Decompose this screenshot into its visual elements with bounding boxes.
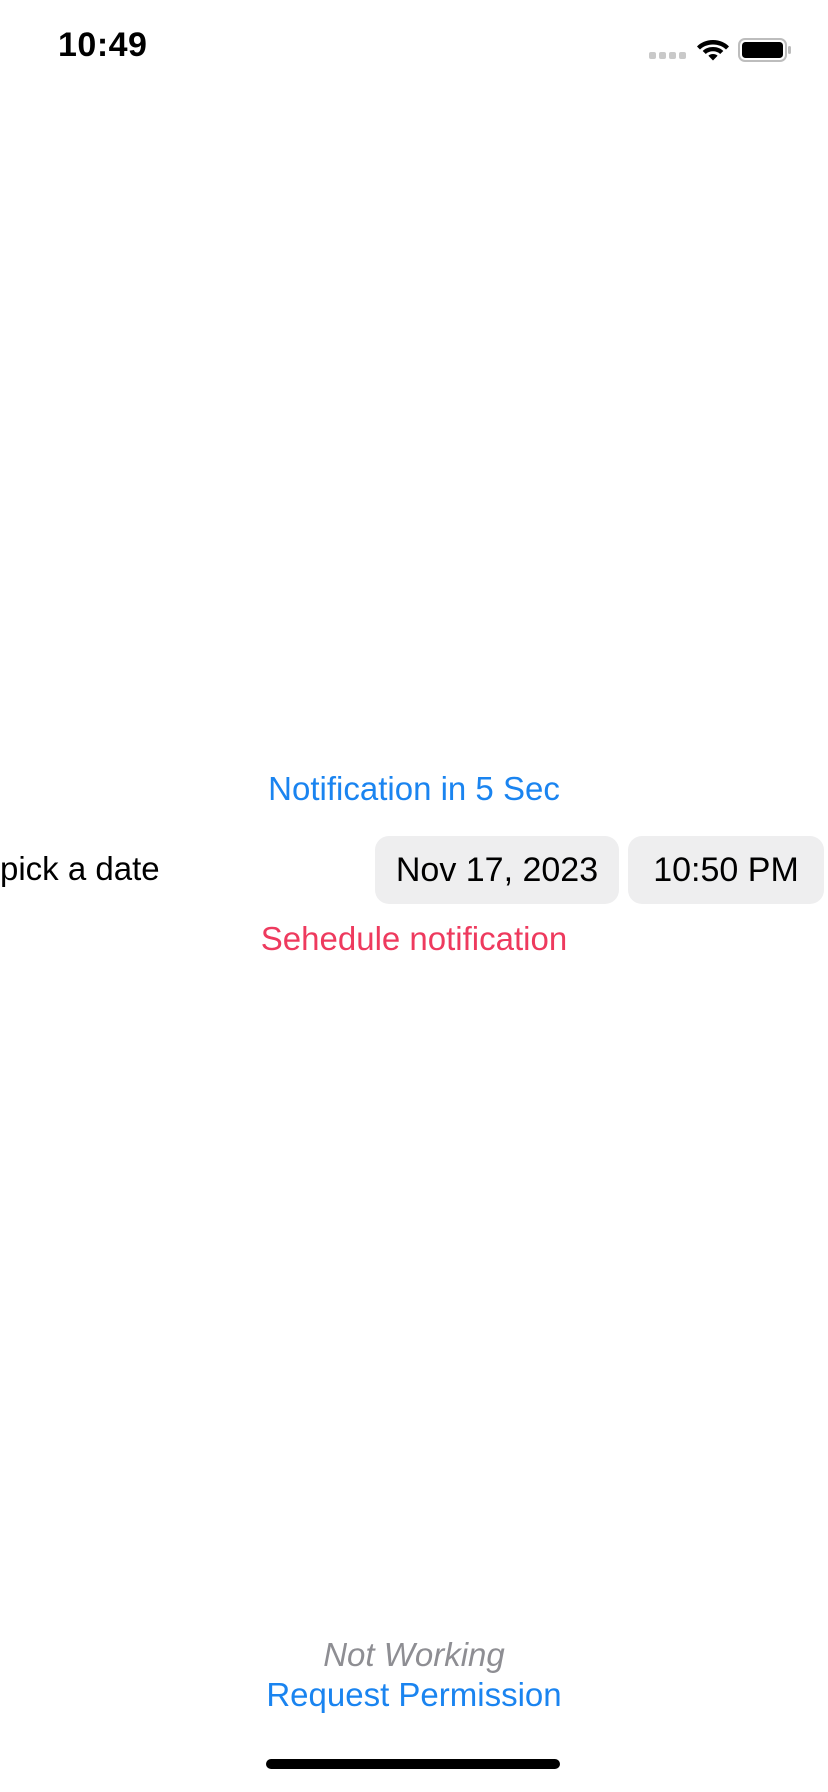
status-bar: 10:49 — [0, 0, 828, 100]
permission-status-text: Not Working — [323, 1636, 505, 1673]
signal-icon — [649, 52, 686, 59]
status-time: 10:49 — [58, 26, 148, 64]
schedule-notification-button[interactable]: Sehedule notification — [0, 920, 828, 958]
pick-date-label: pick a date — [0, 850, 160, 887]
date-picker-button[interactable]: Nov 17, 2023 — [375, 836, 619, 904]
notification-in-5-sec-button[interactable]: Notification in 5 Sec — [0, 770, 828, 808]
home-indicator[interactable] — [266, 1759, 560, 1769]
battery-icon — [738, 38, 791, 62]
time-value: 10:50 PM — [653, 850, 799, 889]
wifi-icon — [697, 40, 729, 61]
request-permission-button[interactable]: Request Permission — [0, 1676, 828, 1714]
time-picker-button[interactable]: 10:50 PM — [628, 836, 824, 904]
date-value: Nov 17, 2023 — [395, 850, 599, 889]
